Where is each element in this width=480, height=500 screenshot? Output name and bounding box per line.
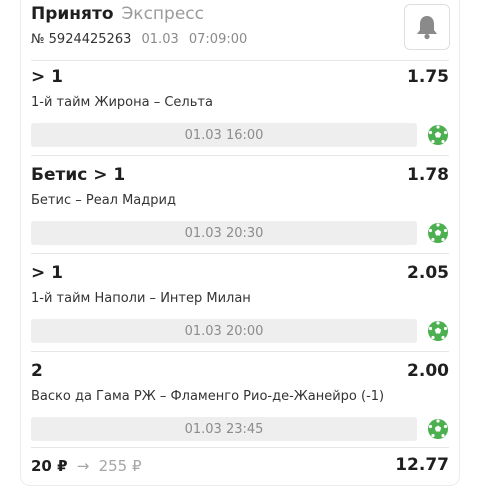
soccer-ball-icon <box>428 419 448 439</box>
stake-line: 20 ₽ → 255 ₽ <box>31 457 142 475</box>
bet-status: Принято <box>31 4 114 24</box>
bet-item[interactable]: 2 2.00 Васко да Гама РЖ – Фламенго Рио-д… <box>31 360 449 452</box>
bet-footer: 20 ₽ → 255 ₽ 12.77 <box>31 453 449 479</box>
bet-time: 07:09:00 <box>188 32 248 47</box>
soccer-ball-icon <box>428 321 448 341</box>
bet-header: Принято Экспресс № 5924425263 01.03 07:0… <box>31 4 450 56</box>
bet-match: Бетис – Реал Мадрид <box>31 193 176 208</box>
status-line: Принято Экспресс <box>31 4 449 24</box>
bet-item[interactable]: > 1 2.05 1-й тайм Наполи – Интер Милан 0… <box>31 262 449 354</box>
notification-button[interactable] <box>404 4 450 50</box>
bet-outcome: 2 <box>31 361 43 381</box>
soccer-ball-icon <box>428 223 448 243</box>
bet-outcome: > 1 <box>31 67 63 87</box>
bet-odds: 1.78 <box>407 165 449 185</box>
divider <box>31 447 449 448</box>
bell-icon <box>417 16 437 40</box>
bet-datetime: 01.03 16:00 <box>31 123 417 147</box>
bet-item[interactable]: > 1 1.75 1-й тайм Жирона – Сельта 01.03 … <box>31 66 449 158</box>
bet-datetime: 01.03 23:45 <box>31 417 417 441</box>
bet-number: № 5924425263 <box>31 32 132 47</box>
bet-date: 01.03 <box>141 32 179 47</box>
divider <box>31 60 449 61</box>
potential-win: 255 ₽ <box>98 457 142 475</box>
stake-amount: 20 ₽ <box>31 457 68 475</box>
bet-odds: 2.00 <box>407 361 449 381</box>
bet-outcome: Бетис > 1 <box>31 165 126 185</box>
divider <box>31 351 449 352</box>
bet-match: 1-й тайм Наполи – Интер Милан <box>31 291 251 306</box>
bet-type: Экспресс <box>121 4 204 24</box>
soccer-ball-icon <box>428 125 448 145</box>
divider <box>31 155 449 156</box>
arrow-icon: → <box>76 457 90 475</box>
bet-odds: 2.05 <box>407 263 449 283</box>
bet-outcome: > 1 <box>31 263 63 283</box>
bet-item[interactable]: Бетис > 1 1.78 Бетис – Реал Мадрид 01.03… <box>31 164 449 256</box>
bet-match: 1-й тайм Жирона – Сельта <box>31 95 213 110</box>
bet-odds: 1.75 <box>407 67 449 87</box>
bet-match: Васко да Гама РЖ – Фламенго Рио-де-Жаней… <box>31 389 385 404</box>
divider <box>31 253 449 254</box>
bet-meta: № 5924425263 01.03 07:09:00 <box>31 32 449 48</box>
bet-datetime: 01.03 20:30 <box>31 221 417 245</box>
total-odds: 12.77 <box>395 455 449 475</box>
bet-datetime: 01.03 20:00 <box>31 319 417 343</box>
bet-card: Принято Экспресс № 5924425263 01.03 07:0… <box>20 0 460 486</box>
